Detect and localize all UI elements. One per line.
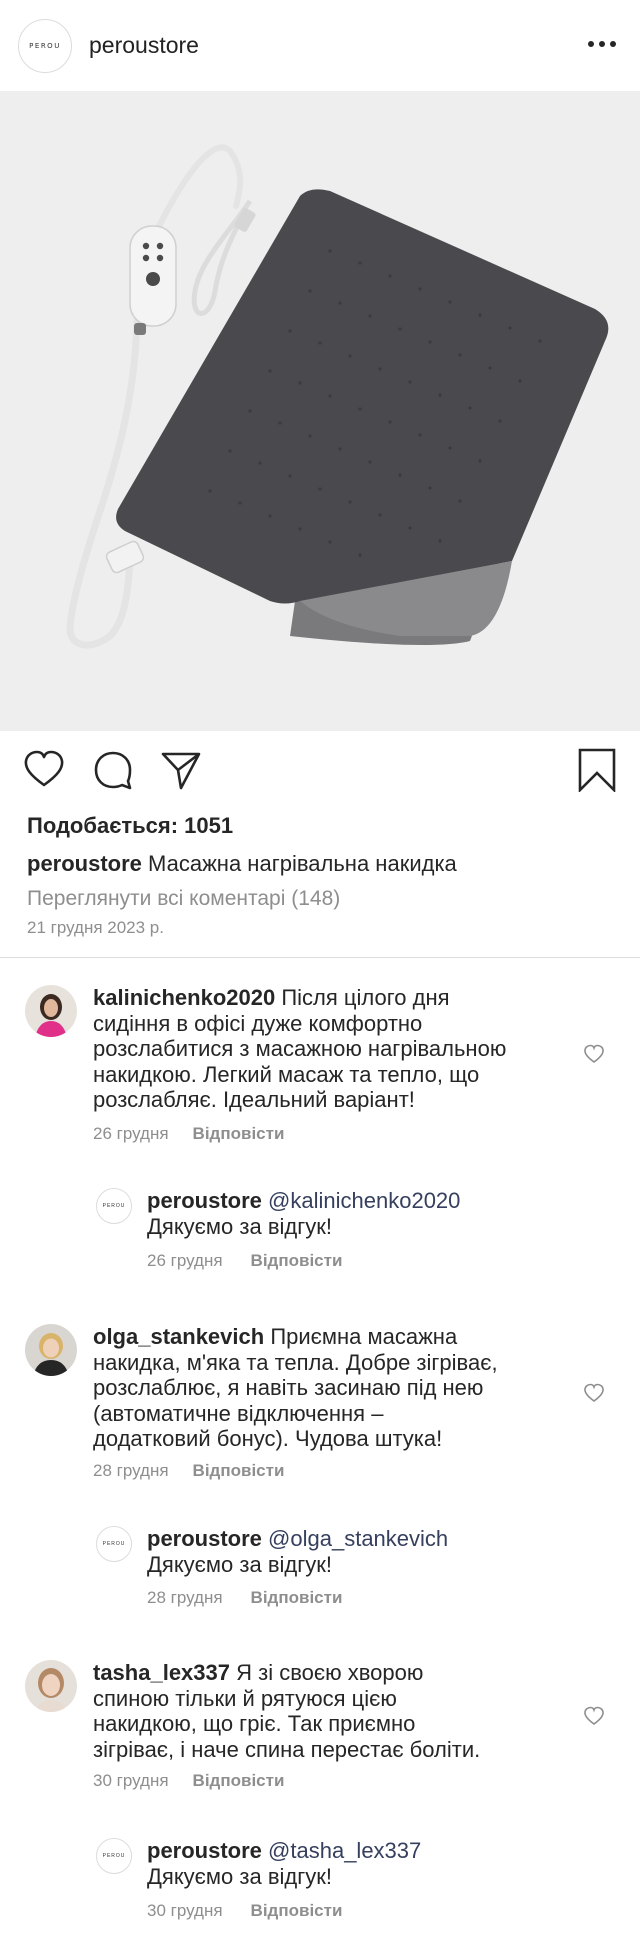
- reply-username[interactable]: peroustore: [147, 1526, 262, 1551]
- reply-username[interactable]: peroustore: [147, 1188, 262, 1213]
- comment-line: накидка, м'яка та тепла. Добре зігріває,: [93, 1349, 498, 1375]
- reply-date: 26 грудня: [147, 1251, 223, 1270]
- comment-line: сидіння в офісі дуже комфортно: [93, 1010, 423, 1036]
- reply-text: peroustore @kalinichenko2020 Дякуємо за …: [147, 1188, 460, 1239]
- profile-avatar[interactable]: PEROU: [18, 19, 72, 73]
- comment-text: tasha_lex337 Я зі своєю хворою спиною ті…: [93, 1660, 573, 1762]
- mention-link[interactable]: @tasha_lex337: [268, 1838, 421, 1863]
- bookmark-icon[interactable]: [575, 748, 619, 794]
- comment-line: Приємна масажна: [270, 1324, 458, 1349]
- reply-meta: 26 грудня Відповісти: [147, 1251, 342, 1271]
- avatar[interactable]: [25, 1660, 77, 1712]
- comment-username[interactable]: olga_stankevich: [93, 1324, 264, 1349]
- logo-text: PEROU: [102, 1541, 126, 1547]
- comment-date: 30 грудня: [93, 1771, 169, 1790]
- comment-icon[interactable]: [91, 748, 135, 792]
- comment-line: зігріває, і наче спина перестає боліти.: [93, 1736, 481, 1762]
- share-icon[interactable]: [159, 748, 203, 792]
- comment-meta: 28 грудня Відповісти: [93, 1461, 284, 1481]
- reply-avatar[interactable]: PEROU: [96, 1838, 132, 1874]
- comment-meta: 30 грудня Відповісти: [93, 1771, 284, 1791]
- header-username[interactable]: peroustore: [89, 32, 199, 59]
- comment-line: Після цілого дня: [281, 985, 450, 1010]
- reply-avatar[interactable]: PEROU: [96, 1526, 132, 1562]
- post-header: PEROU peroustore: [0, 0, 640, 91]
- logo-text: PEROU: [29, 42, 61, 50]
- action-bar: [0, 748, 640, 798]
- reply-date: 30 грудня: [147, 1901, 223, 1920]
- post-date: 21 грудня 2023 р.: [27, 918, 164, 937]
- comment-username[interactable]: kalinichenko2020: [93, 985, 275, 1010]
- reply-meta: 30 грудня Відповісти: [147, 1901, 342, 1921]
- reply-button[interactable]: Відповісти: [193, 1771, 285, 1790]
- reply-body: Дякуємо за відгук!: [147, 1863, 332, 1889]
- comment-text: kalinichenko2020 Після цілого дня сидінн…: [93, 985, 573, 1113]
- comment-meta: 26 грудня Відповісти: [93, 1124, 284, 1144]
- comment-line: розслабляє. Ідеальний варіант!: [93, 1087, 415, 1112]
- comment-line: розслабитися з масажною нагрівальною: [93, 1036, 507, 1061]
- reply-date: 28 грудня: [147, 1588, 223, 1607]
- post-caption: peroustore Масажна нагрівальна накидка: [27, 851, 457, 877]
- logo-text: PEROU: [102, 1853, 126, 1859]
- comment-date: 26 грудня: [93, 1124, 169, 1143]
- avatar[interactable]: [25, 985, 77, 1037]
- likes-count[interactable]: Подобається: 1051: [27, 813, 233, 839]
- comment-text: olga_stankevich Приємна масажна накидка,…: [93, 1324, 573, 1452]
- reply-avatar[interactable]: PEROU: [96, 1188, 132, 1224]
- mention-link[interactable]: @olga_stankevich: [268, 1526, 448, 1551]
- caption-username[interactable]: peroustore: [27, 851, 142, 876]
- logo-text: PEROU: [102, 1203, 126, 1209]
- reply-button[interactable]: Відповісти: [251, 1901, 343, 1920]
- avatar[interactable]: [25, 1324, 77, 1376]
- caption-text: Масажна нагрівальна накидка: [148, 851, 457, 876]
- comment-line: (автоматичне відключення –: [93, 1400, 384, 1426]
- reply-button[interactable]: Відповісти: [251, 1251, 343, 1270]
- comment-date: 28 грудня: [93, 1461, 169, 1480]
- reply-text: peroustore @olga_stankevich Дякуємо за в…: [147, 1526, 448, 1577]
- reply-body: Дякуємо за відгук!: [147, 1213, 332, 1239]
- comment-line: накидкою, що гріє. Так приємно: [93, 1711, 416, 1736]
- reply-button[interactable]: Відповісти: [193, 1124, 285, 1143]
- mention-link[interactable]: @kalinichenko2020: [268, 1188, 460, 1213]
- more-icon[interactable]: [588, 34, 616, 54]
- heating-pad-illustration: [66, 144, 609, 649]
- divider: [0, 957, 640, 958]
- comment-line: додатковий бонус). Чудова штука!: [93, 1426, 443, 1451]
- reply-text: peroustore @tasha_lex337 Дякуємо за відг…: [147, 1838, 421, 1889]
- comment-line: накидкою. Легкий масаж та тепло, що: [93, 1061, 480, 1087]
- reply-button[interactable]: Відповісти: [251, 1588, 343, 1607]
- reply-button[interactable]: Відповісти: [193, 1461, 285, 1480]
- reply-body: Дякуємо за відгук!: [147, 1551, 332, 1577]
- view-all-comments-link[interactable]: Переглянути всі коментарі (148): [27, 887, 340, 911]
- comment-username[interactable]: tasha_lex337: [93, 1660, 230, 1685]
- small-heart-icon[interactable]: [583, 1383, 605, 1403]
- comment-line: розслаблює, я навіть засинаю під нею: [93, 1375, 484, 1400]
- comment-line: спиною тільки й рятуюся цією: [93, 1685, 397, 1711]
- reply-meta: 28 грудня Відповісти: [147, 1588, 342, 1608]
- post-image[interactable]: [0, 91, 640, 731]
- small-heart-icon[interactable]: [583, 1044, 605, 1064]
- comment-line: Я зі своєю хворою: [236, 1660, 424, 1685]
- reply-username[interactable]: peroustore: [147, 1838, 262, 1863]
- heart-icon[interactable]: [22, 748, 66, 792]
- small-heart-icon[interactable]: [583, 1706, 605, 1726]
